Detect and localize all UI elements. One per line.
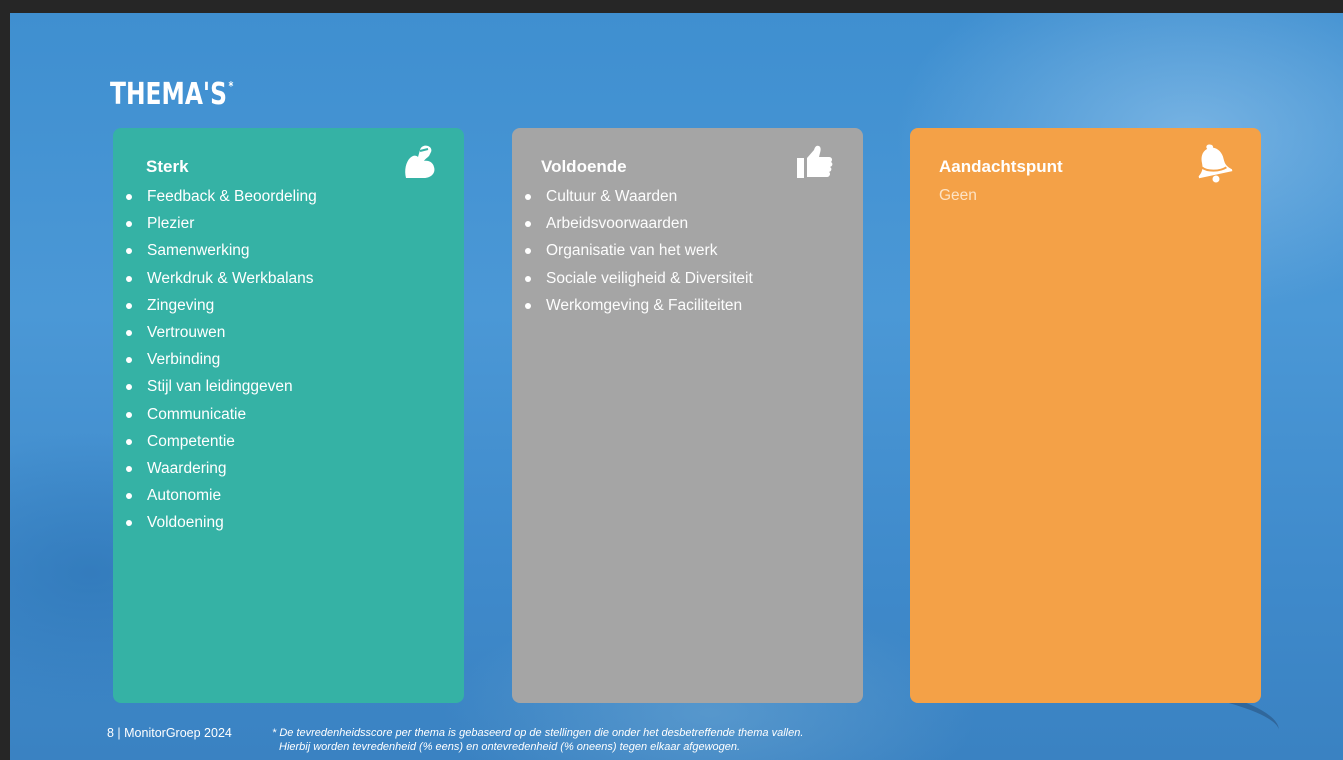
list-item: Arbeidsvoorwaarden: [520, 210, 753, 237]
list-item: Autonomie: [121, 482, 317, 509]
slide-title: THEMA'S *: [110, 77, 233, 112]
list-item: Verbinding: [121, 346, 317, 373]
viewer-left-bar: [0, 13, 10, 760]
thumbs-up-icon: [797, 145, 833, 178]
card-sterk: Sterk Feedback & Beoordeling Plezier Sam…: [113, 128, 464, 703]
list-item: Werkdruk & Werkbalans: [121, 265, 317, 292]
list-item: Cultuur & Waarden: [520, 183, 753, 210]
list-item: Sociale veiligheid & Diversiteit: [520, 265, 753, 292]
list-sterk: Feedback & Beoordeling Plezier Samenwerk…: [121, 183, 317, 536]
card-heading-voldoende: Voldoende: [541, 157, 627, 176]
list-item: Werkomgeving & Faciliteiten: [520, 292, 753, 319]
list-item: Plezier: [121, 210, 317, 237]
title-footnote-marker: *: [228, 79, 234, 93]
page-number-label: 8 | MonitorGroep 2024: [107, 726, 232, 740]
card-voldoende: Voldoende Cultuur & Waarden Arbeidsvoorw…: [512, 128, 863, 703]
viewer-top-bar: [0, 0, 1343, 13]
slide-title-text: THEMA'S: [110, 77, 227, 112]
card-heading-sterk: Sterk: [146, 157, 189, 176]
slide: THEMA'S * Sterk Feedback & Beoordeling Pl…: [10, 13, 1343, 760]
footnote: * De tevredenheidsscore per thema is geb…: [272, 726, 803, 754]
list-voldoende: Cultuur & Waarden Arbeidsvoorwaarden Org…: [520, 183, 753, 319]
flexed-bicep-icon: [405, 145, 435, 178]
list-item: Vertrouwen: [121, 319, 317, 346]
list-item: Communicatie: [121, 401, 317, 428]
list-item: Voldoening: [121, 509, 317, 536]
card-aandachtspunt: Aandachtspunt Geen: [910, 128, 1261, 703]
list-item: Competentie: [121, 428, 317, 455]
list-item: Samenwerking: [121, 237, 317, 264]
list-item: Organisatie van het werk: [520, 237, 753, 264]
list-item: Waardering: [121, 455, 317, 482]
footnote-line-2: Hierbij worden tevredenheid (% eens) en …: [279, 741, 741, 753]
list-item: Zingeving: [121, 292, 317, 319]
card-text-aandachtspunt: Geen: [939, 187, 977, 204]
list-item: Stijl van leidinggeven: [121, 373, 317, 400]
footnote-line-1: * De tevredenheidsscore per thema is geb…: [272, 727, 804, 739]
card-heading-aandachtspunt: Aandachtspunt: [939, 157, 1063, 176]
bell-icon: [1198, 144, 1233, 183]
list-item: Feedback & Beoordeling: [121, 183, 317, 210]
